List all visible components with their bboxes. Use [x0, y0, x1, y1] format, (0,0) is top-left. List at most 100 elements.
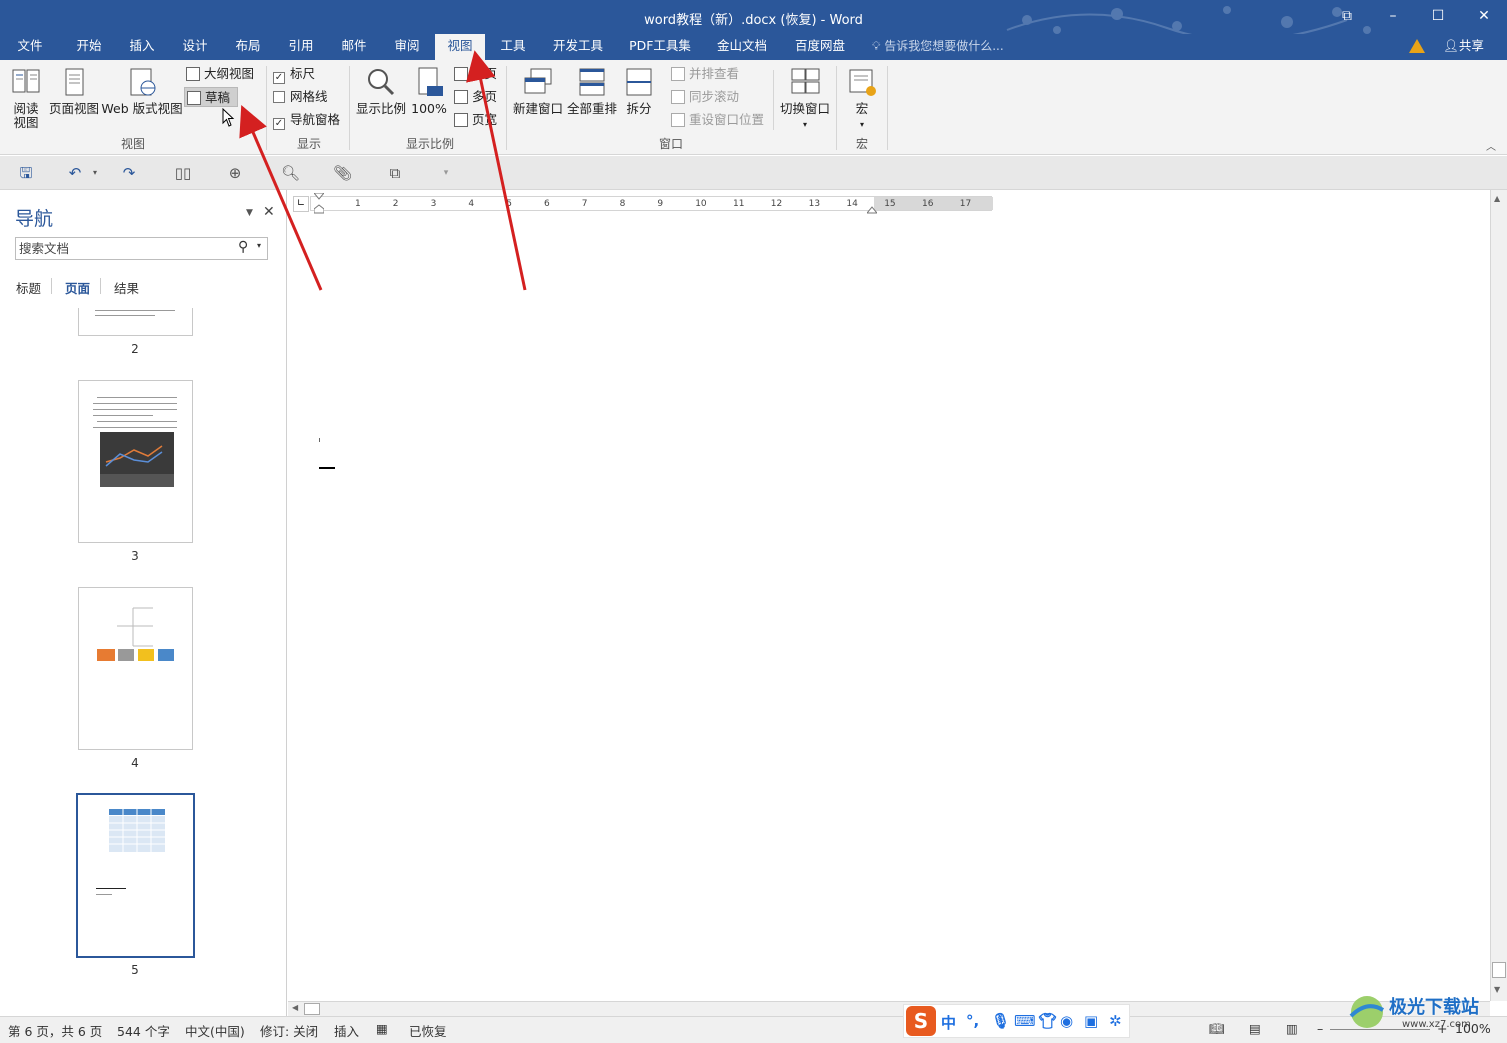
minimize-button[interactable]: –: [1383, 6, 1403, 26]
collapse-ribbon-icon[interactable]: ︿: [1486, 138, 1496, 153]
tab-file[interactable]: 文件: [8, 34, 52, 60]
zoom-out-icon[interactable]: –: [1317, 1021, 1323, 1036]
web-layout-label: Web 版式视图: [101, 101, 183, 116]
indent-marker-icon[interactable]: [312, 192, 326, 214]
redo-icon[interactable]: ↷: [120, 164, 138, 182]
tell-me-box[interactable]: 💡︎ 告诉我您想要做什么...: [872, 34, 1004, 58]
tab-view[interactable]: 视图: [435, 34, 485, 60]
read-mode-button[interactable]: 阅读 视图: [8, 66, 44, 130]
ruler-checkbox[interactable]: ✓ 标尺: [273, 64, 315, 84]
tab-developer[interactable]: 开发工具: [545, 34, 611, 60]
one-page-button[interactable]: 单页: [454, 64, 497, 84]
zoom-100-button[interactable]: 100%: [411, 66, 447, 116]
side-by-side-button[interactable]: 并排查看: [671, 64, 739, 84]
insert-mode[interactable]: 插入: [334, 1021, 359, 1040]
multi-page-button[interactable]: 多页: [454, 87, 497, 107]
status-bar: 第 6 页，共 6 页 544 个字 中文(中国) 修订: 关闭 插入 ▦ 已恢…: [0, 1016, 1507, 1043]
split-button[interactable]: 拆分: [621, 66, 657, 116]
tab-tools[interactable]: 工具: [491, 34, 535, 60]
tab-layout[interactable]: 布局: [226, 34, 270, 60]
ribbon-display-icon[interactable]: ⧉: [1337, 6, 1357, 26]
tab-pdf-tools[interactable]: PDF工具集: [622, 34, 698, 60]
nav-pane-checkbox[interactable]: ✓ 导航窗格: [273, 110, 340, 130]
tab-mailings[interactable]: 邮件: [332, 34, 376, 60]
nav-options-icon[interactable]: ▼: [246, 208, 253, 218]
right-indent-marker-icon[interactable]: [865, 203, 879, 214]
page-thumbnail-selected[interactable]: [76, 793, 195, 958]
attachment-icon[interactable]: 📎︎: [333, 164, 352, 182]
compare-icon[interactable]: ⧉: [386, 164, 404, 182]
document-area[interactable]: [288, 190, 1490, 1001]
save-icon[interactable]: 🖫︎: [17, 164, 35, 182]
hscroll-thumb[interactable]: [304, 1003, 320, 1015]
track-changes[interactable]: 修订: 关闭: [260, 1021, 318, 1040]
undo-dropdown-icon[interactable]: ▾: [86, 164, 104, 182]
nav-close-icon[interactable]: ✕: [263, 204, 275, 220]
share-button[interactable]: 👤︎共享: [1443, 34, 1484, 58]
nav-search-input[interactable]: [16, 238, 226, 259]
draft-button[interactable]: 草稿: [184, 87, 238, 107]
keyboard-icon[interactable]: ⌨: [1014, 1012, 1036, 1030]
arrange-all-button[interactable]: 全部重排: [566, 66, 618, 116]
word-count[interactable]: 544 个字: [117, 1021, 170, 1040]
tab-review[interactable]: 审阅: [385, 34, 429, 60]
macro-button[interactable]: 宏 ▾: [842, 66, 882, 132]
switch-window-button[interactable]: 切换窗口 ▾: [779, 66, 831, 132]
page-thumbnail[interactable]: [78, 308, 193, 336]
macro-label: 宏: [855, 101, 869, 116]
apps-icon[interactable]: ▣: [1084, 1012, 1098, 1030]
search-icon[interactable]: ⚲: [238, 239, 248, 255]
scroll-up-icon[interactable]: ▲: [1494, 194, 1500, 203]
scroll-left-icon[interactable]: ◀: [292, 1003, 298, 1012]
nav-tab-results[interactable]: 结果: [114, 278, 139, 297]
word-window: word教程（新）.docx (恢复) - Word ⧉ – ☐ ✕ 文件 开始…: [0, 0, 1507, 1043]
sync-scroll-button[interactable]: 同步滚动: [671, 87, 739, 107]
text-cursor: [319, 438, 320, 442]
language[interactable]: 中文(中国): [185, 1021, 245, 1040]
new-window-button[interactable]: 新建窗口: [512, 66, 564, 116]
tab-home[interactable]: 开始: [67, 34, 111, 60]
nav-tab-headings[interactable]: 标题: [16, 278, 41, 297]
settings-icon[interactable]: ✲: [1109, 1012, 1122, 1030]
print-layout-button[interactable]: 页面视图: [48, 66, 100, 116]
two-pages-icon[interactable]: ▯▯: [174, 164, 192, 182]
tab-baidu-netdisk[interactable]: 百度网盘: [786, 34, 854, 60]
web-layout-button[interactable]: Web 版式视图: [101, 66, 183, 116]
sogou-logo-icon[interactable]: S: [906, 1006, 936, 1036]
warning-icon[interactable]: [1409, 39, 1425, 53]
gridlines-checkbox[interactable]: 网格线: [273, 87, 328, 107]
page-thumbnail[interactable]: [78, 587, 193, 750]
skin-icon[interactable]: 👕︎: [1038, 1012, 1057, 1030]
tab-insert[interactable]: 插入: [120, 34, 164, 60]
tab-kingsoft-docs[interactable]: 金山文档: [708, 34, 776, 60]
tab-design[interactable]: 设计: [173, 34, 217, 60]
reset-position-button[interactable]: 重设窗口位置: [671, 110, 764, 130]
web-preview-icon[interactable]: ⊕: [226, 164, 244, 182]
web-layout-view-icon[interactable]: ▥: [1286, 1021, 1298, 1036]
ime-chinese-mode[interactable]: 中: [941, 1012, 956, 1033]
zoom-button[interactable]: 显示比例: [355, 66, 407, 116]
page-width-button[interactable]: 页宽: [454, 110, 497, 130]
search-dropdown-icon[interactable]: ▾: [257, 241, 261, 250]
punctuation-icon[interactable]: °,: [966, 1012, 979, 1030]
maximize-button[interactable]: ☐: [1428, 6, 1448, 26]
page-count[interactable]: 第 6 页，共 6 页: [8, 1021, 102, 1040]
horizontal-scrollbar[interactable]: ◀: [288, 1001, 1490, 1016]
page-thumbnail[interactable]: [78, 380, 193, 543]
scroll-thumb[interactable]: [1492, 962, 1506, 978]
read-mode-view-icon[interactable]: 📖︎: [1209, 1021, 1225, 1037]
microphone-icon[interactable]: 🎙︎: [991, 1012, 1010, 1030]
robot-icon[interactable]: ◉: [1060, 1012, 1073, 1030]
tab-selector-icon[interactable]: ∟: [293, 196, 309, 212]
print-layout-view-icon[interactable]: ▤: [1249, 1021, 1261, 1036]
macro-record-icon[interactable]: ▦: [376, 1021, 388, 1036]
tab-references[interactable]: 引用: [279, 34, 323, 60]
customize-toolbar-icon[interactable]: ▾: [437, 164, 455, 182]
horizontal-ruler[interactable]: 1 2 3 4 5 6 7 8 9 10 11 12 13 14 15 16 17: [310, 196, 993, 211]
nav-tab-pages[interactable]: 页面: [65, 278, 90, 297]
vertical-scrollbar[interactable]: ▲ ▼: [1490, 190, 1507, 1001]
close-button[interactable]: ✕: [1474, 6, 1494, 26]
undo-icon[interactable]: ↶: [66, 164, 84, 182]
outline-button[interactable]: 大纲视图: [186, 64, 254, 84]
print-preview-icon[interactable]: 🔍︎: [281, 164, 300, 182]
